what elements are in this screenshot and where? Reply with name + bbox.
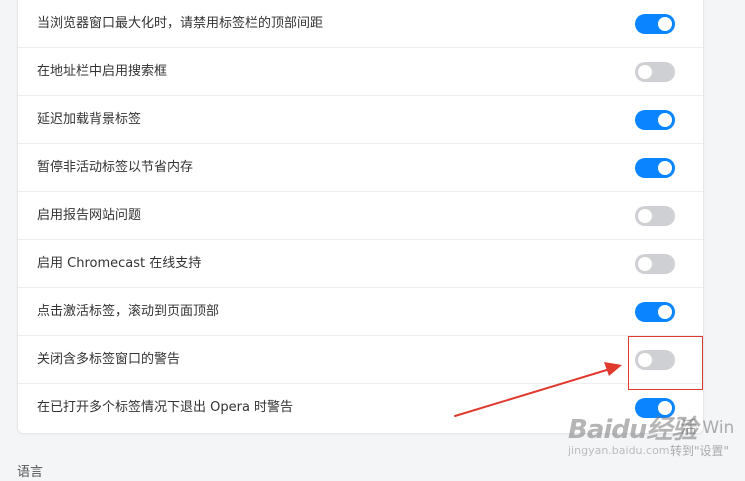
toggle-knob [658,160,672,175]
setting-label: 暂停非活动标签以节省内存 [37,159,194,175]
toggle-switch[interactable] [635,61,675,82]
setting-label: 在已打开多个标签情况下退出 Opera 时警告 [37,400,294,415]
toggle-switch[interactable] [635,253,675,274]
watermark-site: jingyan.baidu.com [568,444,670,457]
toggle-knob [638,256,652,271]
setting-label: 点击激活标签，滚动到页面顶部 [37,303,220,319]
annotation-highlight-box [628,336,703,390]
setting-row-address-bar-search-box: 在地址栏中启用搜索框 [18,48,703,96]
toggle-knob [658,304,672,319]
toggle-switch[interactable] [635,13,675,34]
toggle-switch[interactable] [635,205,675,226]
section-heading-language: 语言 [17,465,44,480]
setting-label: 启用 Chromecast 在线支持 [37,255,202,271]
setting-row-disable-tabbar-top-spacing: 当浏览器窗口最大化时，请禁用标签栏的顶部间距 [18,0,703,48]
toggle-switch[interactable] [635,157,675,178]
setting-row-warn-close-multi-tab-window: 关闭含多标签窗口的警告 [18,336,703,384]
toggle-switch[interactable] [635,301,675,322]
setting-row-lazy-load-background-tabs: 延迟加载背景标签 [18,96,703,144]
toggle-knob [658,16,672,31]
toggle-switch[interactable] [635,109,675,130]
setting-label: 在地址栏中启用搜索框 [37,63,168,79]
setting-label: 启用报告网站问题 [37,207,142,223]
setting-row-scroll-to-top-on-tab-click: 点击激活标签，滚动到页面顶部 [18,288,703,336]
toggle-knob [658,112,672,127]
toggle-knob [638,208,652,223]
setting-label: 延迟加载背景标签 [37,111,142,127]
setting-row-report-site-issues: 启用报告网站问题 [18,192,703,240]
toggle-knob [638,64,652,79]
setting-label: 当浏览器窗口最大化时，请禁用标签栏的顶部间距 [37,15,324,31]
settings-panel: 当浏览器窗口最大化时，请禁用标签栏的顶部间距 在地址栏中启用搜索框 延迟加载背景… [17,0,704,434]
windows-activation-line1: 活 Win [680,418,735,438]
setting-row-chromecast-support: 启用 Chromecast 在线支持 [18,240,703,288]
windows-activation-line2: 转到"设置" [670,444,730,458]
watermark-overlay: Baidu经验 jingyan.baidu.com 活 Win 转到"设置" [568,405,745,465]
setting-row-snooze-inactive-tabs: 暂停非活动标签以节省内存 [18,144,703,192]
baidu-jingyan-logo: Baidu经验 [568,415,697,445]
setting-label: 关闭含多标签窗口的警告 [37,351,181,367]
